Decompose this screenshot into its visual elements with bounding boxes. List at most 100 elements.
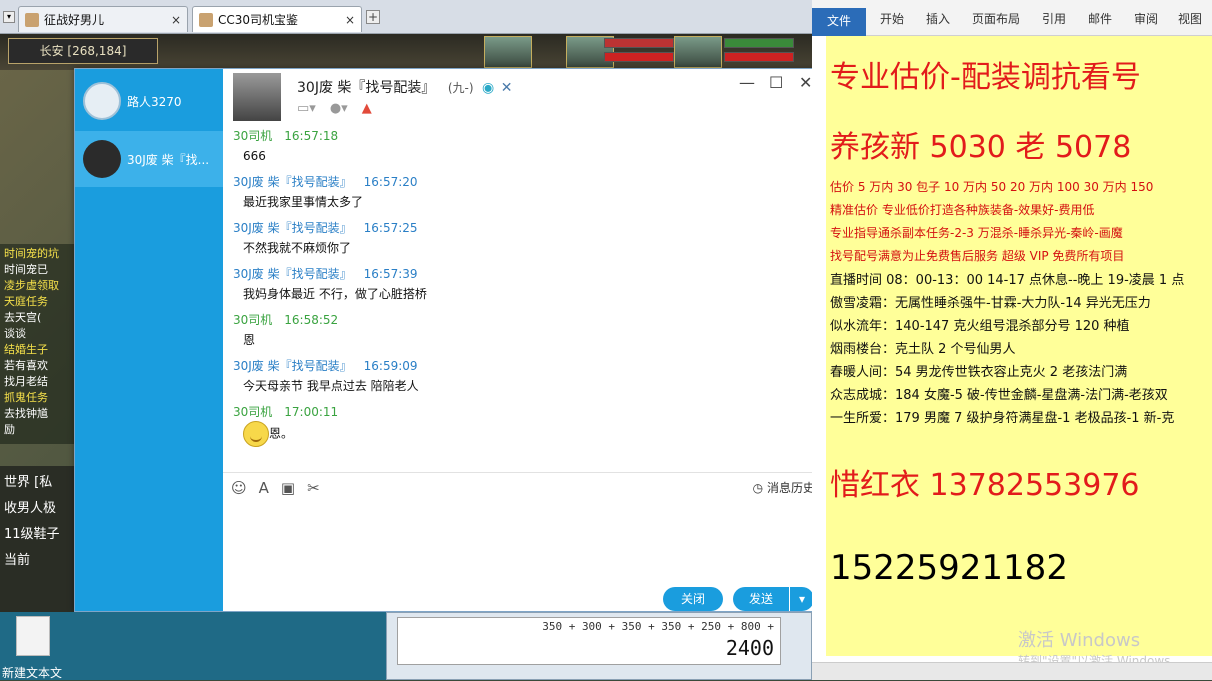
screenshot-scissors-icon[interactable]: ✂ [307,479,320,497]
message: 30J废 柴『找号配装』 16:57:20 最近我家里事情太多了 [233,173,823,213]
close-icon[interactable]: × [345,13,355,27]
timestamp: 16:57:20 [363,175,418,189]
message-list[interactable]: 30司机 16:57:18 666 30J废 柴『找号配装』 16:57:20 最近… [223,127,823,471]
quest-line[interactable]: 凌步虚领取 [4,278,70,294]
word-window: 文件 开始 插入 页面布局 引用 邮件 审阅 视图 专业估价-配装调抗看号 养孩… [812,0,1212,680]
sender: 30J废 柴『找号配装』 [233,267,352,281]
doc-line: 似水流年：140-147 克火组号混杀部分号 120 种植 [830,319,1130,334]
sender: 30司机 [233,313,273,327]
history-label: 消息历史 [766,481,815,495]
microphone-icon[interactable]: ●▾ [330,101,348,116]
vip-icon[interactable]: ◉ [482,80,494,96]
sender: 30J废 柴『找号配装』 [233,175,352,189]
doc-line: 养孩新 5030 老 5078 [830,130,1132,165]
doc-line: 傲雪凌霜：无属性睡杀强牛-甘霖-大力队-14 异光无压力 [830,296,1151,311]
ribbon-tab-layout[interactable]: 页面布局 [972,10,1020,27]
quest-line[interactable]: 找月老结 [4,374,70,390]
message-text: 恩 [243,333,256,347]
horizontal-scrollbar[interactable] [812,662,1212,680]
ribbon-tab-insert[interactable]: 插入 [926,10,950,27]
favicon-icon [25,12,39,27]
send-options-chevron-down-icon[interactable]: ▾ [790,587,814,611]
text-file-icon[interactable] [16,616,50,656]
new-tab-button[interactable]: + [366,10,380,24]
calculator-window: 350 + 300 + 350 + 350 + 250 + 800 + 2400 [386,612,812,680]
input-toolbar: ☺ A ▣ ✂ ◷ 消息历史 [223,472,823,502]
doc-line: 找号配号满意为止免费售后服务 超级 VIP 免费所有项目 [830,249,1125,263]
message-text: 今天母亲节 我早点过去 陪陪老人 [243,379,419,393]
message-history-button[interactable]: ◷ 消息历史 [753,479,815,496]
hp-bar [604,38,674,48]
message: 30司机 17:00:11 恩。 [233,403,823,451]
message: 30司机 16:58:52 恩 [233,311,823,351]
message: 30J废 柴『找号配装』 16:59:09 今天母亲节 我早点过去 陪陪老人 [233,357,823,397]
file-label[interactable]: 新建文本文 [2,664,62,681]
ribbon-tab-view[interactable]: 视图 [1178,10,1202,27]
emoji-icon[interactable]: ☺ [231,479,247,497]
tab-label: 征战好男儿 [44,13,105,27]
chat-line[interactable]: 当前 [4,548,70,574]
quest-line[interactable]: 去找钟馗 [4,406,70,422]
minimize-icon[interactable]: — [739,73,755,92]
quest-line: 去天宫( [4,311,42,324]
doc-line: 一生所爱：179 男魔 7 级护身符满星盘-1 老极品孩-1 新-克 [830,411,1175,426]
sender: 30J废 柴『找号配装』 [233,359,352,373]
document-page[interactable]: 专业估价-配装调抗看号 养孩新 5030 老 5078 估价 5 万内 30 包… [826,36,1212,656]
tab-menu-icon[interactable]: ▾ [3,11,15,23]
tab-zhengzhan[interactable]: 征战好男儿 × [18,6,188,32]
contact-item-active[interactable]: 30J废 柴『找... [75,131,223,187]
ribbon-tab-review[interactable]: 审阅 [1134,10,1158,27]
contact-name: 路人3270 [127,94,182,109]
message-text: 最近我家里事情太多了 [243,195,364,209]
contact-item[interactable]: 路人3270 [75,73,223,129]
alarm-icon[interactable]: ▲ [362,101,372,116]
contact-name: 30J废 柴『找... [127,152,210,167]
ribbon-tab-file[interactable]: 文件 [812,8,866,36]
close-button[interactable]: 关闭 [663,587,723,611]
game-icon[interactable]: ✕ [501,80,513,96]
browser-tab-bar: ▾ 征战好男儿 × CC30司机宝鉴 × + [0,0,812,34]
quest-line: 时间宠的坑 [4,247,59,260]
message-text: 我妈身体最近 不行，做了心脏搭桥 [243,287,427,301]
maximize-icon[interactable]: ☐ [769,73,783,92]
folder-icon[interactable]: ▭▾ [297,101,316,116]
qq-chat-window: 路人3270 30J废 柴『找... 30J废 柴『找号配装』 (九-) ◉ ✕… [74,68,824,612]
player-portrait[interactable] [484,36,532,68]
ribbon-tab-references[interactable]: 引用 [1042,10,1066,27]
quest-line: 结婚生子 [4,343,48,356]
calculator-result: 2400 [725,636,774,660]
timestamp: 16:57:18 [284,129,339,143]
quest-line: 若有喜欢 [4,359,48,372]
sender: 30司机 [233,129,273,143]
ribbon-tab-home[interactable]: 开始 [880,10,904,27]
message-text: 恩。 [269,426,294,441]
ribbon-tab-mailings[interactable]: 邮件 [1088,10,1112,27]
message: 30司机 16:57:18 666 [233,127,823,167]
doc-line: 15225921182 [830,548,1068,588]
message-text: 666 [243,149,266,163]
avatar[interactable] [233,73,281,121]
doc-line: 春暖人间：54 男龙传世铁衣容止克火 2 老孩法门满 [830,365,1128,380]
chat-line: 11级鞋子 [4,527,60,542]
image-icon[interactable]: ▣ [281,479,295,497]
doc-line: 专业估价-配装调抗看号 [830,60,1141,95]
quest-line: 时间宠已 [4,263,48,276]
timestamp: 16:58:52 [284,313,339,327]
message-text: 不然我就不麻烦你了 [243,241,352,255]
font-icon[interactable]: A [259,479,269,497]
target-portrait[interactable] [674,36,722,68]
tab-cc30[interactable]: CC30司机宝鉴 × [192,6,362,32]
avatar [83,140,121,178]
send-button[interactable]: 发送 [733,587,789,611]
quest-panel: 时间宠的坑 时间宠已 凌步虚领取 天庭任务 去天宫( 谈谈 结婚生子 若有喜欢 … [0,244,74,444]
doc-line: 惜红衣 13782553976 [830,468,1140,503]
timestamp: 16:57:39 [363,267,418,281]
close-icon[interactable]: × [171,13,181,27]
message: 30J废 柴『找号配装』 16:57:39 我妈身体最近 不行，做了心脏搭桥 [233,265,823,305]
quest-line: 天庭任务 [4,295,48,308]
close-icon[interactable]: ✕ [799,73,812,92]
mp-bar [604,52,674,62]
contact-sidebar: 路人3270 30J废 柴『找... [75,69,223,611]
chat-line[interactable]: 世界 [私 [4,470,70,496]
avatar [83,82,121,120]
